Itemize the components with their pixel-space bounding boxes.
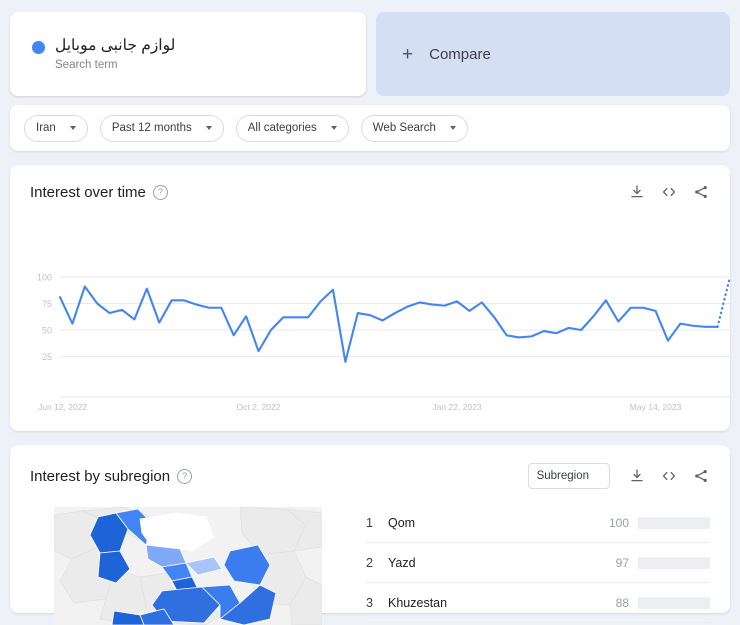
filter-location[interactable]: Iran (24, 114, 88, 142)
filter-time-range-label: Past 12 months (111, 122, 192, 134)
compare-label: Compare (429, 45, 491, 63)
panel-actions: Subregion (527, 463, 710, 489)
choropleth-map[interactable] (54, 507, 322, 625)
search-terms-row: لوازم جانبی موبایل Search term + Compare (0, 0, 740, 96)
svg-text:Jan 22, 2023: Jan 22, 2023 (432, 402, 481, 412)
filter-category-label: All categories (247, 122, 317, 134)
share-icon[interactable] (692, 467, 710, 485)
panel-actions (628, 183, 710, 201)
chevron-down-icon (449, 126, 456, 130)
svg-text:75: 75 (42, 299, 52, 309)
region-rank: 2 (366, 555, 373, 570)
time-series-svg: 25 50 75 100 Jun 12, 2022 Oct 2, 2022 Jan 22, … (37, 273, 732, 412)
region-bar (638, 556, 710, 569)
table-row[interactable]: 1 Qom 100 (366, 503, 710, 543)
compare-card[interactable]: + Compare (376, 12, 730, 96)
filter-bar: Iran Past 12 months All categories Web S… (10, 105, 730, 151)
svg-text:50: 50 (42, 326, 52, 336)
table-row[interactable]: 2 Yazd 97 (366, 543, 710, 583)
panel-title: Interest by subregion (30, 467, 171, 485)
subregion-body: 1 Qom 100 2 Yazd 97 3 Khuzestan 88 (10, 489, 730, 625)
share-icon[interactable] (692, 183, 710, 201)
filter-category[interactable]: All categories (235, 114, 349, 142)
chevron-down-icon (69, 126, 76, 130)
subregion-select[interactable]: Subregion (527, 463, 610, 489)
panel-title: Interest over time (30, 183, 146, 201)
region-bar (638, 596, 710, 609)
svg-text:25: 25 (42, 352, 52, 362)
region-name[interactable]: Khuzestan (388, 596, 603, 610)
subregion-select-label: Subregion (536, 470, 589, 482)
help-icon[interactable]: ? (152, 184, 168, 200)
interest-over-time-header: Interest over time ? (10, 165, 730, 201)
region-value: 100 (608, 515, 629, 530)
plus-icon: + (402, 43, 414, 65)
help-icon[interactable]: ? (177, 468, 193, 484)
interest-over-time-chart[interactable]: 25 50 75 100 Jun 12, 2022 Oct 2, 2022 Jan 22, … (10, 201, 732, 431)
region-name[interactable]: Yazd (388, 556, 603, 570)
filter-search-type-label: Web Search (372, 122, 436, 134)
interest-over-time-panel: Interest over time ? 25 50 75 100 Jun 12… (10, 165, 732, 431)
filter-location-label: Iran (36, 122, 56, 134)
region-value: 88 (615, 595, 629, 610)
svg-text:Jun 12, 2022: Jun 12, 2022 (38, 402, 87, 412)
map-column (10, 503, 366, 625)
chevron-down-icon (205, 126, 212, 130)
region-rank: 1 (366, 515, 373, 530)
region-rank: 3 (366, 595, 373, 610)
embed-icon[interactable] (660, 183, 678, 201)
interest-by-subregion-panel: Interest by subregion ? Subregion 1 Qom … (10, 445, 730, 625)
search-term-type: Search term (55, 59, 118, 71)
svg-text:100: 100 (37, 273, 52, 283)
series-color-dot (32, 40, 45, 54)
region-value: 97 (615, 555, 629, 570)
region-bar (638, 516, 710, 529)
download-icon[interactable] (628, 467, 646, 485)
subregion-list: 1 Qom 100 2 Yazd 97 3 Khuzestan 88 (366, 503, 730, 623)
chevron-down-icon (330, 126, 337, 130)
google-trends-page: لوازم جانبی موبایل Search term + Compare… (0, 0, 740, 625)
interest-by-subregion-header: Interest by subregion ? Subregion (10, 445, 730, 489)
search-term-card[interactable]: لوازم جانبی موبایل Search term (10, 12, 366, 96)
embed-icon[interactable] (660, 467, 678, 485)
table-row[interactable]: 3 Khuzestan 88 (366, 583, 710, 623)
svg-text:Oct 2, 2022: Oct 2, 2022 (237, 402, 281, 412)
svg-text:May 14, 2023: May 14, 2023 (630, 402, 682, 412)
filter-search-type[interactable]: Web Search (360, 114, 468, 142)
search-term-text: لوازم جانبی موبایل (55, 36, 176, 54)
filter-time-range[interactable]: Past 12 months (99, 114, 224, 142)
map-svg (54, 507, 322, 625)
region-name[interactable]: Qom (388, 516, 603, 530)
download-icon[interactable] (628, 183, 646, 201)
